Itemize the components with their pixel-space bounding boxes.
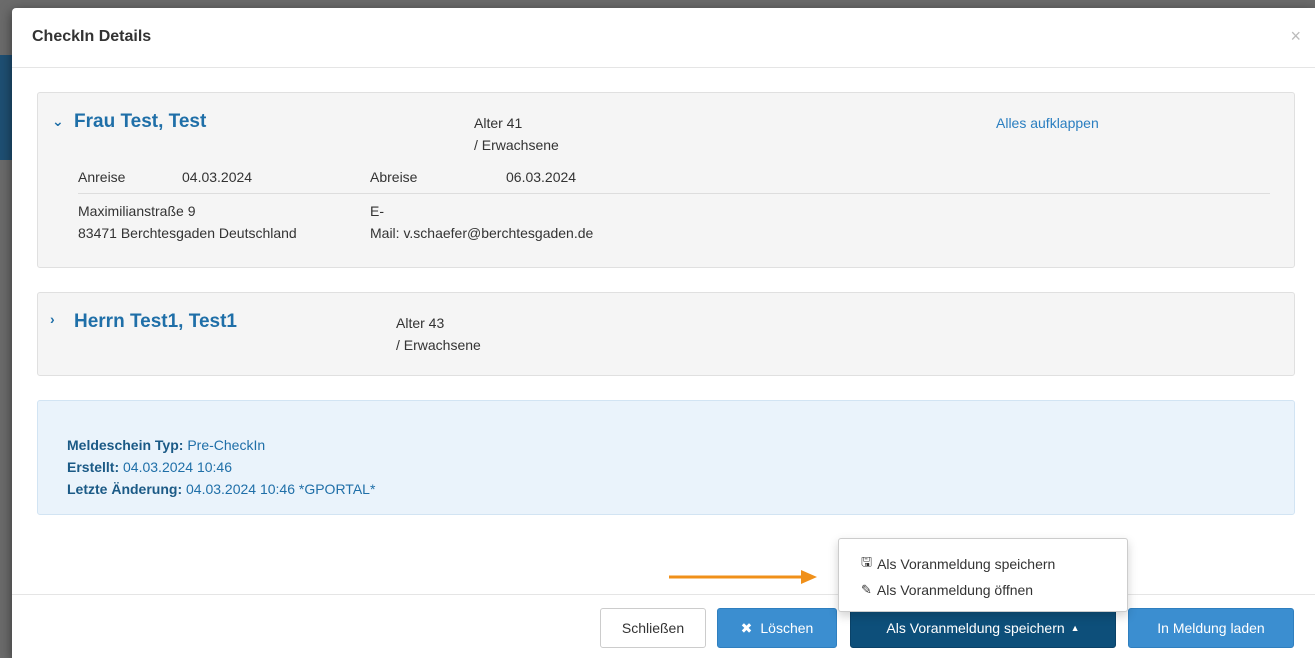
guest-name[interactable]: Frau Test, Test — [74, 111, 206, 133]
save-button-label: Als Voranmeldung speichern — [886, 620, 1065, 636]
caret-up-icon: ▲ — [1070, 623, 1080, 633]
registration-type-value: Pre-CheckIn — [187, 437, 266, 453]
arrival-date: 04.03.2024 — [182, 169, 253, 185]
created-label: Erstellt: — [67, 459, 120, 475]
delete-button[interactable]: ✖ Löschen — [717, 608, 837, 648]
checkin-details-modal: CheckIn Details × ⌄ Frau Test, Test Alte… — [12, 8, 1315, 658]
email-label: E- — [370, 203, 384, 219]
chevron-right-icon[interactable]: › — [50, 311, 55, 327]
created-info: Erstellt: 04.03.2024 10:46 — [67, 459, 232, 475]
departure-label: Abreise — [370, 169, 418, 185]
floppy-disk-icon: 🖫 — [861, 554, 873, 569]
guest-age-group: / Erwachsene — [396, 337, 481, 353]
last-changed-label: Letzte Änderung: — [67, 481, 183, 497]
close-icon[interactable]: × — [1290, 26, 1301, 47]
last-changed-value: 04.03.2024 10:46 *GPORTAL* — [186, 481, 376, 497]
guest-age: Alter 43 — [396, 315, 445, 331]
annotation-arrow-icon — [669, 570, 817, 584]
dropdown-item-label: Als Voranmeldung speichern — [877, 556, 1056, 572]
close-button-label: Schließen — [621, 620, 685, 636]
email-value: Mail: v.schaefer@berchtesgaden.de — [370, 225, 594, 241]
guest-panel-1: ⌄ Frau Test, Test Alter 41 / Erwachsene … — [37, 92, 1295, 268]
guest-age: Alter 41 — [474, 115, 523, 131]
panel-divider — [78, 193, 1270, 194]
departure-date: 06.03.2024 — [506, 169, 577, 185]
registration-info-box: Meldeschein Typ: Pre-CheckIn Erstellt: 0… — [37, 400, 1295, 515]
guest-panel-2: › Herrn Test1, Test1 Alter 43 / Erwachse… — [37, 292, 1295, 376]
registration-type: Meldeschein Typ: Pre-CheckIn — [67, 437, 265, 453]
expand-all-link[interactable]: Alles aufklappen — [996, 115, 1099, 131]
modal-header: CheckIn Details × — [12, 8, 1315, 68]
dropdown-item-label: Als Voranmeldung öffnen — [876, 582, 1034, 598]
close-button[interactable]: Schließen — [600, 608, 706, 648]
registration-type-label: Meldeschein Typ: — [67, 437, 184, 453]
load-button-label: In Meldung laden — [1157, 620, 1265, 636]
created-value: 04.03.2024 10:46 — [123, 459, 233, 475]
save-dropdown-menu: 🖫 Als Voranmeldung speichern ✎ Als Voran… — [838, 538, 1128, 612]
chevron-down-icon[interactable]: ⌄ — [52, 113, 64, 130]
background-accent-strip — [0, 55, 12, 160]
delete-button-label: Löschen — [760, 620, 814, 636]
pencil-icon: ✎ — [861, 582, 872, 597]
load-into-registration-button[interactable]: In Meldung laden — [1128, 608, 1294, 648]
modal-title: CheckIn Details — [32, 28, 152, 45]
times-icon: ✖ — [740, 619, 753, 636]
arrival-label: Anreise — [78, 169, 126, 185]
dropdown-item-save-preregistration[interactable]: 🖫 Als Voranmeldung speichern — [861, 553, 1055, 575]
address-street: Maximilianstraße 9 — [78, 203, 196, 219]
dropdown-item-open-preregistration[interactable]: ✎ Als Voranmeldung öffnen — [861, 582, 1033, 598]
guest-name[interactable]: Herrn Test1, Test1 — [74, 311, 237, 333]
save-preregistration-dropdown-button[interactable]: Als Voranmeldung speichern ▲ — [850, 608, 1116, 648]
guest-age-group: / Erwachsene — [474, 137, 559, 153]
last-changed-info: Letzte Änderung: 04.03.2024 10:46 *GPORT… — [67, 481, 375, 497]
address-city: 83471 Berchtesgaden Deutschland — [78, 225, 297, 241]
